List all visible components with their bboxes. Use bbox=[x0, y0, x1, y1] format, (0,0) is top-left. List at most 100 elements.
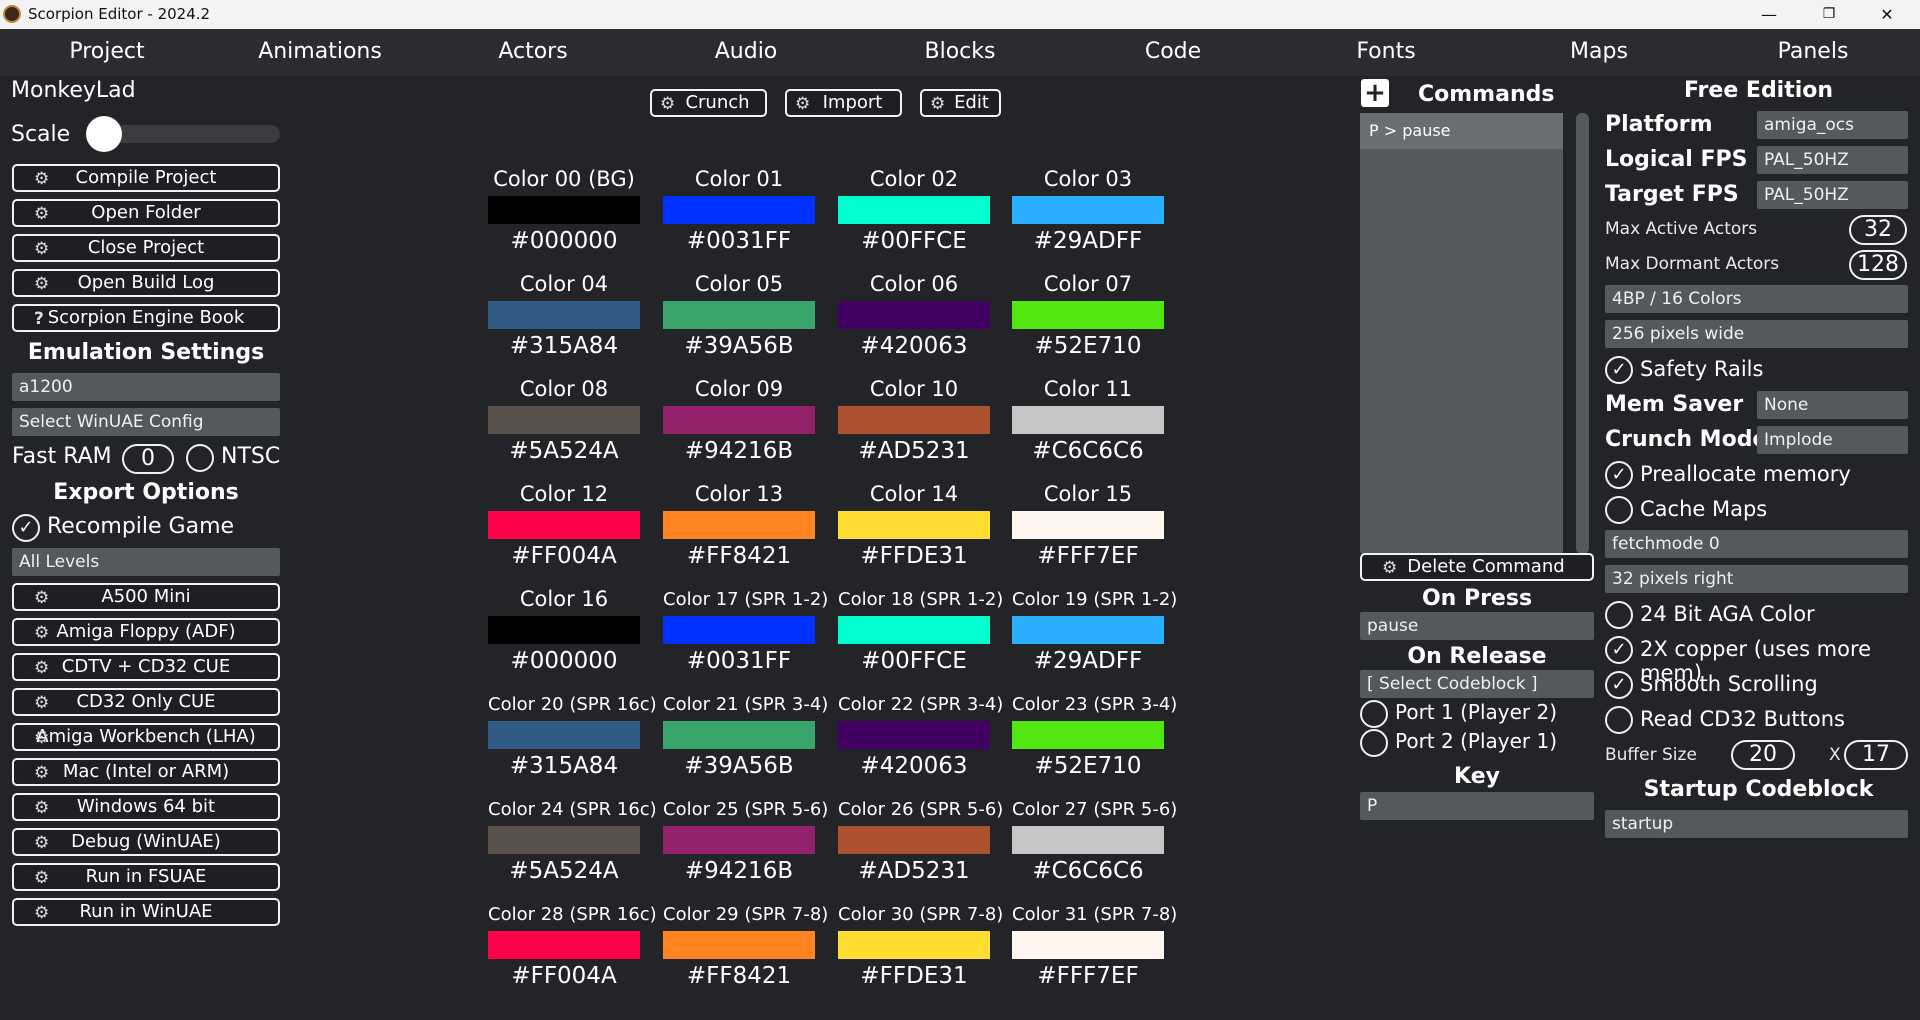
width-mode-select[interactable]: 256 pixels wide bbox=[1605, 320, 1908, 348]
menu-project[interactable]: Project bbox=[0, 39, 214, 64]
palette-color-17[interactable]: Color 17 (SPR 1-2) #0031FF bbox=[663, 585, 828, 676]
color-swatch[interactable] bbox=[488, 826, 640, 854]
color-swatch[interactable] bbox=[838, 931, 990, 959]
copper-checkbox[interactable]: ✓ bbox=[1605, 636, 1633, 664]
port1-radio[interactable] bbox=[1360, 700, 1388, 728]
port2-radio[interactable] bbox=[1360, 729, 1388, 757]
palette-color-18[interactable]: Color 18 (SPR 1-2) #00FFCE bbox=[838, 585, 1003, 676]
palette-color-28[interactable]: Color 28 (SPR 16c) #FF004A bbox=[488, 900, 657, 991]
safety-rails-checkbox[interactable]: ✓ bbox=[1605, 356, 1633, 384]
color-swatch[interactable] bbox=[838, 721, 990, 749]
menu-maps[interactable]: Maps bbox=[1492, 39, 1706, 64]
maximize-button[interactable]: ❐ bbox=[1806, 0, 1852, 29]
delete-command-button[interactable]: ⚙ Delete Command bbox=[1360, 553, 1594, 581]
emulator-model-select[interactable]: a1200 bbox=[12, 373, 280, 401]
color-swatch[interactable] bbox=[838, 826, 990, 854]
palette-color-16[interactable]: Color 16 #000000 bbox=[488, 585, 640, 676]
add-command-icon[interactable]: + bbox=[1361, 79, 1389, 107]
color-swatch[interactable] bbox=[488, 616, 640, 644]
color-swatch[interactable] bbox=[488, 721, 640, 749]
color-swatch[interactable] bbox=[663, 406, 815, 434]
color-swatch[interactable] bbox=[1012, 826, 1164, 854]
palette-color-10[interactable]: Color 10 #AD5231 bbox=[838, 375, 990, 466]
color-swatch[interactable] bbox=[838, 406, 990, 434]
palette-color-22[interactable]: Color 22 (SPR 3-4) #420063 bbox=[838, 690, 1003, 781]
startup-codeblock-select[interactable]: startup bbox=[1605, 810, 1908, 838]
palette-color-26[interactable]: Color 26 (SPR 5-6) #AD5231 bbox=[838, 795, 1003, 886]
palette-color-31[interactable]: Color 31 (SPR 7-8) #FFF7EF bbox=[1012, 900, 1177, 991]
color-swatch[interactable] bbox=[1012, 616, 1164, 644]
ntsc-checkbox[interactable] bbox=[186, 444, 214, 472]
menu-panels[interactable]: Panels bbox=[1706, 39, 1920, 64]
color-swatch[interactable] bbox=[1012, 721, 1164, 749]
color-swatch[interactable] bbox=[1012, 511, 1164, 539]
menu-code[interactable]: Code bbox=[1066, 39, 1280, 64]
target-fps-select[interactable]: PAL_50HZ bbox=[1757, 181, 1908, 209]
palette-color-21[interactable]: Color 21 (SPR 3-4) #39A56B bbox=[663, 690, 828, 781]
command-list-item[interactable]: P > pause bbox=[1360, 113, 1563, 149]
on-press-select[interactable]: pause bbox=[1360, 612, 1594, 640]
crunch-button[interactable]: ⚙ Crunch bbox=[650, 89, 767, 117]
color-swatch[interactable] bbox=[838, 616, 990, 644]
edit-button[interactable]: ⚙ Edit bbox=[920, 89, 1001, 117]
fetchmode-select[interactable]: fetchmode 0 bbox=[1605, 530, 1908, 558]
cd32-buttons-checkbox[interactable] bbox=[1605, 706, 1633, 734]
color-swatch[interactable] bbox=[663, 511, 815, 539]
run-fsuae-button[interactable]: ⚙ Run in FSUAE bbox=[12, 863, 280, 891]
color-swatch[interactable] bbox=[1012, 406, 1164, 434]
levels-select[interactable]: All Levels bbox=[12, 548, 280, 576]
key-field[interactable]: P bbox=[1360, 792, 1594, 820]
export-workbench-button[interactable]: ⚙ Amiga Workbench (LHA) bbox=[12, 723, 280, 751]
color-swatch[interactable] bbox=[488, 511, 640, 539]
scroll-margin-select[interactable]: 32 pixels right bbox=[1605, 565, 1908, 593]
palette-color-13[interactable]: Color 13 #FF8421 bbox=[663, 480, 815, 571]
menu-actors[interactable]: Actors bbox=[426, 39, 640, 64]
color-swatch[interactable] bbox=[1012, 931, 1164, 959]
buffer-width-input[interactable]: 20 bbox=[1731, 740, 1795, 770]
palette-color-27[interactable]: Color 27 (SPR 5-6) #C6C6C6 bbox=[1012, 795, 1177, 886]
max-dormant-input[interactable]: 128 bbox=[1849, 250, 1907, 280]
palette-color-24[interactable]: Color 24 (SPR 16c) #5A524A bbox=[488, 795, 657, 886]
color-swatch[interactable] bbox=[1012, 196, 1164, 224]
color-swatch[interactable] bbox=[838, 511, 990, 539]
color-swatch[interactable] bbox=[663, 721, 815, 749]
logical-fps-select[interactable]: PAL_50HZ bbox=[1757, 146, 1908, 174]
color-swatch[interactable] bbox=[488, 406, 640, 434]
palette-color-4[interactable]: Color 04 #315A84 bbox=[488, 270, 640, 361]
palette-color-15[interactable]: Color 15 #FFF7EF bbox=[1012, 480, 1164, 571]
color-swatch[interactable] bbox=[663, 616, 815, 644]
palette-color-2[interactable]: Color 02 #00FFCE bbox=[838, 165, 990, 256]
preallocate-checkbox[interactable]: ✓ bbox=[1605, 461, 1633, 489]
palette-color-11[interactable]: Color 11 #C6C6C6 bbox=[1012, 375, 1164, 466]
color-swatch[interactable] bbox=[663, 196, 815, 224]
palette-color-23[interactable]: Color 23 (SPR 3-4) #52E710 bbox=[1012, 690, 1177, 781]
palette-color-9[interactable]: Color 09 #94216B bbox=[663, 375, 815, 466]
color-swatch[interactable] bbox=[488, 301, 640, 329]
commands-scrollbar[interactable] bbox=[1576, 113, 1589, 554]
palette-color-8[interactable]: Color 08 #5A524A bbox=[488, 375, 640, 466]
color-swatch[interactable] bbox=[663, 301, 815, 329]
palette-color-6[interactable]: Color 06 #420063 bbox=[838, 270, 990, 361]
color-swatch[interactable] bbox=[663, 931, 815, 959]
palette-color-0[interactable]: Color 00 (BG) #000000 bbox=[488, 165, 640, 256]
color-swatch[interactable] bbox=[488, 196, 640, 224]
menu-fonts[interactable]: Fonts bbox=[1279, 39, 1493, 64]
winuae-config-select[interactable]: Select WinUAE Config bbox=[12, 408, 280, 436]
color-swatch[interactable] bbox=[488, 931, 640, 959]
export-mac-button[interactable]: ⚙ Mac (Intel or ARM) bbox=[12, 758, 280, 786]
recompile-checkbox[interactable]: ✓ bbox=[12, 514, 40, 542]
palette-color-7[interactable]: Color 07 #52E710 bbox=[1012, 270, 1164, 361]
mem-saver-select[interactable]: None bbox=[1757, 391, 1908, 419]
palette-color-12[interactable]: Color 12 #FF004A bbox=[488, 480, 640, 571]
max-active-input[interactable]: 32 bbox=[1849, 215, 1907, 245]
colors-mode-select[interactable]: 4BP / 16 Colors bbox=[1605, 285, 1908, 313]
palette-color-19[interactable]: Color 19 (SPR 1-2) #29ADFF bbox=[1012, 585, 1177, 676]
palette-color-20[interactable]: Color 20 (SPR 16c) #315A84 bbox=[488, 690, 657, 781]
export-cd32-button[interactable]: ⚙ CD32 Only CUE bbox=[12, 688, 280, 716]
buffer-height-input[interactable]: 17 bbox=[1844, 740, 1908, 770]
color-swatch[interactable] bbox=[838, 196, 990, 224]
compile-project-button[interactable]: ⚙ Compile Project bbox=[12, 164, 280, 192]
palette-color-1[interactable]: Color 01 #0031FF bbox=[663, 165, 815, 256]
menu-blocks[interactable]: Blocks bbox=[853, 39, 1067, 64]
color-swatch[interactable] bbox=[838, 301, 990, 329]
